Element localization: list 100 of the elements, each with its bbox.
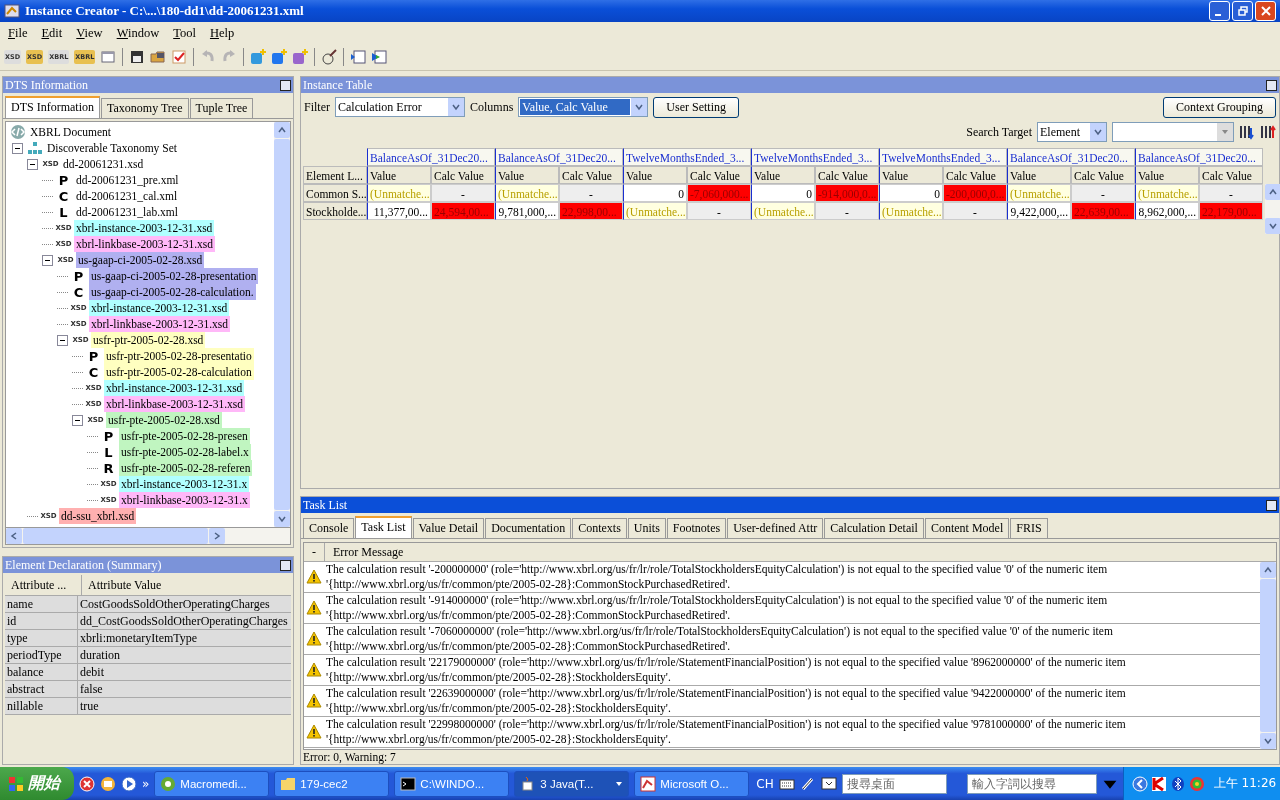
tree-item[interactable]: usfr-pte-2005-02-28-referen: [119, 460, 253, 476]
tree-item[interactable]: xbrl-linkbase-2003-12-31.x: [119, 492, 250, 508]
add-icon[interactable]: [250, 49, 267, 65]
tab[interactable]: Contexts: [572, 518, 627, 538]
column-header[interactable]: Value: [1007, 166, 1071, 184]
column-header[interactable]: Calc Value: [431, 166, 495, 184]
context-grouping-button[interactable]: Context Grouping: [1163, 96, 1276, 118]
taskbar-button[interactable]: C:\WINDO...: [394, 770, 510, 797]
maximize-button[interactable]: [1266, 499, 1277, 511]
column-group-header[interactable]: TwelveMonthsEnded_3...: [623, 148, 751, 166]
column-group-header[interactable]: BalanceAsOf_31Dec20...: [1007, 148, 1135, 166]
sort-down-icon[interactable]: [1239, 124, 1255, 140]
tab[interactable]: User-defined Attr: [727, 518, 824, 538]
tree-item[interactable]: dd-20061231_pre.xml: [74, 172, 181, 188]
tree-item[interactable]: xbrl-instance-2003-12-31.xsd: [74, 220, 215, 236]
taskbar-button[interactable]: 3 Java(T...: [514, 770, 630, 797]
scrollbar[interactable]: [274, 122, 290, 527]
columns-dropdown[interactable]: Value, Calc Value: [518, 97, 649, 117]
menu-item[interactable]: Edit: [35, 25, 69, 41]
menu-item[interactable]: View: [70, 25, 109, 41]
media-icon[interactable]: [121, 775, 137, 792]
maximize-button[interactable]: [280, 79, 291, 91]
minimize-button[interactable]: [1209, 1, 1230, 21]
tree-item[interactable]: Discoverable Taxonomy Set: [45, 140, 179, 156]
language-indicator[interactable]: CH: [756, 776, 774, 791]
search-target-dropdown[interactable]: Element: [1037, 122, 1107, 142]
collapse-toggle[interactable]: [57, 334, 68, 346]
pen-icon[interactable]: [799, 775, 816, 792]
tree-item[interactable]: xbrl-instance-2003-12-31.x: [119, 476, 250, 492]
tab[interactable]: Footnotes: [666, 518, 727, 538]
tree-item[interactable]: dd-20061231.xsd: [61, 156, 146, 172]
maximize-button[interactable]: [280, 559, 291, 571]
column-header[interactable]: Element L...: [303, 166, 367, 184]
close-button[interactable]: [1255, 1, 1276, 21]
tree-item[interactable]: xbrl-instance-2003-12-31.xsd: [104, 380, 245, 396]
bluetooth-icon[interactable]: [1169, 775, 1186, 792]
search-field[interactable]: [1112, 122, 1234, 142]
tree-item[interactable]: usfr-ptr-2005-02-28-presentatio: [104, 348, 254, 364]
scrollbar[interactable]: [1260, 562, 1276, 749]
column-header[interactable]: Calc Value: [943, 166, 1007, 184]
tree-item[interactable]: dd-20061231_cal.xml: [74, 188, 180, 204]
menu-item[interactable]: File: [2, 25, 34, 41]
tab[interactable]: Calculation Detail: [824, 518, 924, 538]
tree-item[interactable]: xbrl-linkbase-2003-12-31.xsd: [104, 396, 246, 412]
taskbar-button[interactable]: Microsoft O...: [634, 770, 750, 797]
tree-item[interactable]: usfr-pte-2005-02-28-presen: [119, 428, 250, 444]
tree-item[interactable]: XBRL Document: [28, 124, 114, 140]
column-header[interactable]: Value: [367, 166, 431, 184]
taskbar-button[interactable]: 179-cec2: [274, 770, 390, 797]
column-header[interactable]: Value: [495, 166, 559, 184]
tab[interactable]: FRIS: [1010, 518, 1048, 538]
column-header[interactable]: Attribute ...: [5, 575, 82, 595]
filter-dropdown[interactable]: Calculation Error: [335, 97, 465, 117]
sort-up-icon[interactable]: [1260, 124, 1276, 140]
user-setting-button[interactable]: User Setting: [653, 96, 739, 118]
tree-item[interactable]: dd-20061231_lab.xml: [74, 204, 180, 220]
tree-item[interactable]: us-gaap-ci-2005-02-28-presentation: [89, 268, 259, 284]
column-header[interactable]: Calc Value: [815, 166, 879, 184]
window-icon[interactable]: [100, 49, 117, 65]
panel-icon[interactable]: [350, 49, 367, 65]
tree-item[interactable]: dd-ssu_xbrl.xsd: [59, 508, 137, 524]
column-header[interactable]: -: [304, 543, 325, 561]
column-group-header[interactable]: TwelveMonthsEnded_3...: [751, 148, 879, 166]
menu-item[interactable]: Window: [110, 25, 166, 41]
tab[interactable]: Content Model: [924, 518, 1010, 538]
collapse-toggle[interactable]: [42, 254, 53, 266]
column-header[interactable]: Value: [1135, 166, 1199, 184]
taskbar-button[interactable]: Macromedi...: [154, 770, 270, 797]
tab[interactable]: Units: [627, 518, 666, 538]
panel-icon[interactable]: [371, 49, 388, 65]
save-icon[interactable]: [129, 49, 146, 65]
tab[interactable]: Task List: [355, 516, 412, 538]
restore-button[interactable]: [1232, 1, 1253, 21]
collapse-toggle[interactable]: [72, 414, 83, 426]
tree-item[interactable]: us-gaap-ci-2005-02-28.xsd: [76, 252, 205, 268]
tree-item[interactable]: xbrl-linkbase-2003-12-31.xsd: [89, 316, 231, 332]
collapse-toggle[interactable]: [27, 158, 38, 170]
web-search-field[interactable]: 輸入字詞以搜尋: [966, 773, 1097, 794]
tab[interactable]: Documentation: [485, 518, 572, 538]
tab[interactable]: Tuple Tree: [189, 98, 254, 118]
scrollbar[interactable]: [1265, 184, 1280, 234]
tree-item[interactable]: usfr-pte-2005-02-28.xsd: [106, 412, 222, 428]
start-button[interactable]: 開始: [0, 767, 74, 800]
tree-item[interactable]: usfr-ptr-2005-02-28.xsd: [91, 332, 206, 348]
column-header[interactable]: Calc Value: [559, 166, 623, 184]
menu-item[interactable]: Help: [203, 25, 241, 41]
checklist-icon[interactable]: [171, 49, 188, 65]
add-icon[interactable]: [271, 49, 288, 65]
column-group-header[interactable]: BalanceAsOf_31Dec20...: [1135, 148, 1263, 166]
column-header[interactable]: Value: [879, 166, 943, 184]
tab[interactable]: Value Detail: [412, 518, 485, 538]
tree-item[interactable]: xbrl-linkbase-2003-12-31.xsd: [74, 236, 216, 252]
more-button[interactable]: »: [142, 776, 150, 791]
folder-icon[interactable]: [150, 49, 167, 65]
collapse-toggle[interactable]: [12, 142, 23, 154]
column-header[interactable]: Calc Value: [687, 166, 751, 184]
tree-item[interactable]: usfr-pte-2005-02-28-label.x: [119, 444, 251, 460]
column-header[interactable]: Value: [751, 166, 815, 184]
tool-icon[interactable]: [321, 49, 338, 65]
column-group-header[interactable]: TwelveMonthsEnded_3...: [879, 148, 1007, 166]
